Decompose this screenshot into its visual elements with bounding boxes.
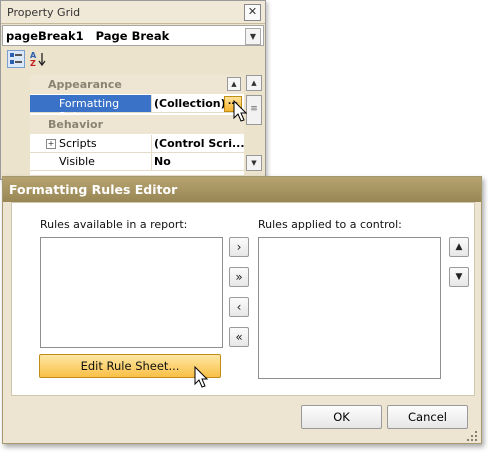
object-selector[interactable]: pageBreak1 Page Break ▼ (2, 25, 264, 46)
property-name-cell: Formatting Rules (30, 95, 152, 123)
property-name: Visible (59, 155, 95, 168)
property-grid-toolbar: A Z (2, 48, 264, 72)
property-row-formatting-rules[interactable]: Formatting Rules (Collection) ... (30, 95, 244, 123)
category-behavior[interactable]: Behavior (30, 115, 244, 134)
categorized-icon[interactable] (7, 50, 25, 68)
property-value: (Control Scri... (154, 137, 245, 150)
expand-icon[interactable]: + (46, 139, 56, 149)
available-rules-list[interactable] (40, 237, 223, 348)
available-rules-label: Rules available in a report: (40, 218, 188, 231)
chevron-up-icon[interactable]: ▲ (227, 77, 241, 91)
property-row-visible[interactable]: Visible No (30, 153, 244, 171)
scroll-down-icon[interactable]: ▼ (246, 155, 262, 171)
dialog-title: Formatting Rules Editor (9, 182, 178, 197)
sort-az-icon[interactable]: A Z (29, 50, 47, 68)
property-grid-title: Property Grid (7, 6, 81, 19)
category-appearance[interactable]: Appearance ▲ (30, 75, 244, 94)
property-value: (Collection) (154, 97, 226, 110)
move-all-left-button[interactable]: « (229, 327, 249, 347)
cancel-button[interactable]: Cancel (387, 405, 468, 429)
applied-rules-list[interactable] (258, 237, 441, 379)
mouse-cursor-icon (194, 366, 209, 388)
move-right-button[interactable]: › (229, 237, 249, 257)
resize-grip-icon[interactable] (466, 430, 478, 442)
property-grid-table: Appearance ▲ Formatting Rules (Collectio… (30, 75, 245, 175)
category-label: Behavior (48, 118, 104, 131)
ok-button[interactable]: OK (301, 405, 382, 429)
property-grid-titlebar: Property Grid ✕ (1, 1, 265, 24)
dialog-titlebar[interactable]: Formatting Rules Editor (3, 177, 481, 202)
chevron-down-icon[interactable]: ▼ (245, 28, 261, 45)
category-label: Appearance (48, 78, 122, 91)
svg-text:Z: Z (30, 59, 36, 68)
scroll-up-icon[interactable]: ▲ (246, 75, 262, 91)
applied-rules-label: Rules applied to a control: (258, 218, 402, 231)
property-name-cell: + Scripts (30, 135, 152, 152)
object-selector-value: pageBreak1 Page Break (6, 29, 170, 43)
property-row-scripts[interactable]: + Scripts (Control Scri... (30, 135, 245, 153)
property-grid-scrollbar[interactable]: ▲ ≡ ▼ (246, 75, 262, 175)
move-all-right-button[interactable]: » (229, 267, 249, 287)
close-icon[interactable]: ✕ (244, 4, 261, 21)
move-up-button[interactable]: ▲ (449, 237, 469, 257)
mouse-cursor-icon (233, 100, 248, 122)
move-left-button[interactable]: ‹ (229, 297, 249, 317)
property-value: No (154, 155, 171, 168)
property-name: Scripts (59, 137, 97, 150)
property-name-cell: Visible (30, 153, 152, 170)
move-down-button[interactable]: ▼ (449, 267, 469, 287)
